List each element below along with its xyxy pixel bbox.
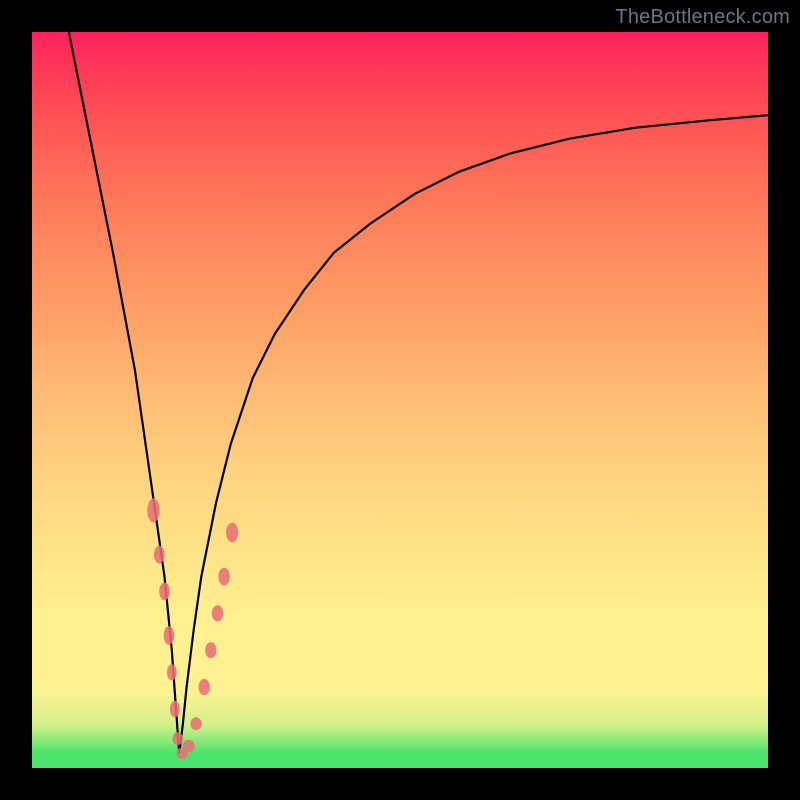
data-point [172, 732, 183, 745]
chart-svg [32, 32, 768, 768]
data-point [205, 642, 216, 658]
data-point [159, 583, 170, 601]
data-point [212, 605, 223, 621]
chart-frame: TheBottleneck.com [0, 0, 800, 800]
data-point [183, 740, 195, 752]
data-point [218, 568, 229, 586]
data-point [154, 546, 165, 564]
data-point [167, 664, 177, 680]
plot-area [32, 32, 768, 768]
data-point [190, 717, 201, 730]
data-point [164, 626, 175, 645]
bottleneck-curve [69, 32, 768, 753]
data-point [226, 523, 238, 542]
watermark-text: TheBottleneck.com [615, 6, 790, 29]
data-point [147, 498, 159, 522]
data-point [170, 701, 180, 717]
data-point [199, 679, 210, 695]
